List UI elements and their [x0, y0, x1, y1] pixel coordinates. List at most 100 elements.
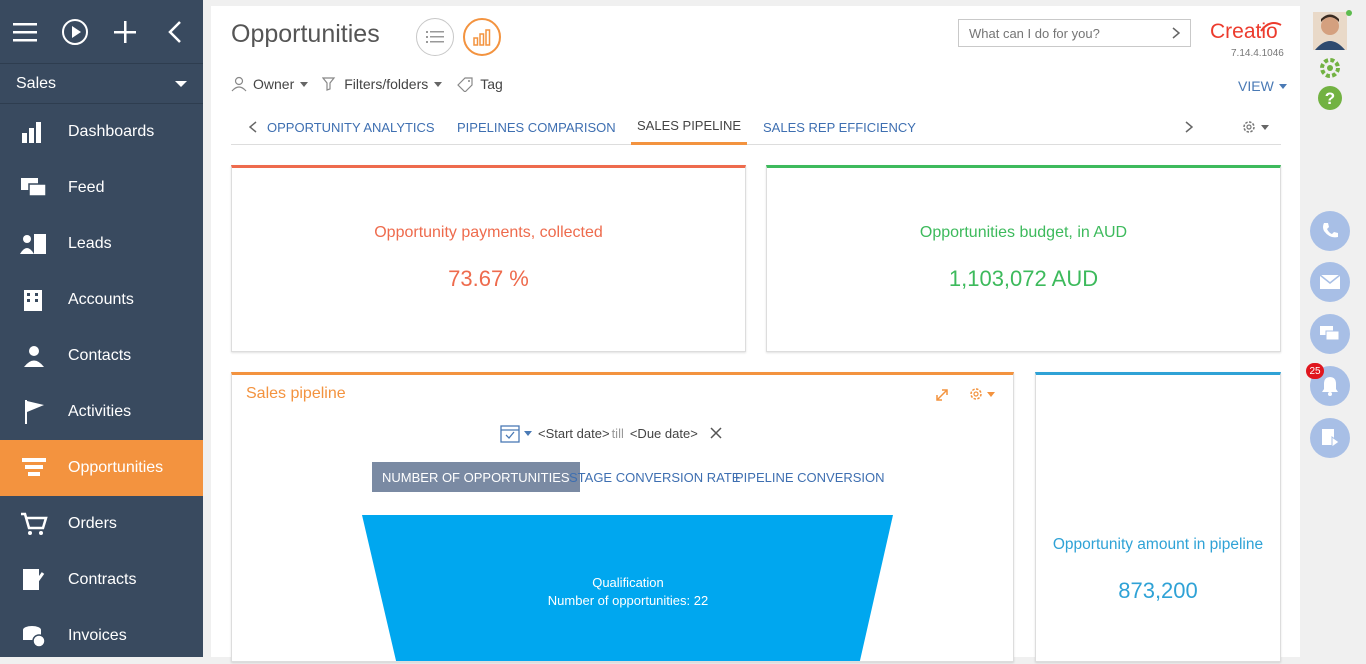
metric-value: 73.67 % — [448, 266, 529, 291]
leads-icon — [20, 230, 48, 258]
tag-label: Tag — [480, 76, 503, 92]
chevron-down-icon — [434, 81, 443, 87]
due-date[interactable]: <Due date> — [630, 426, 698, 441]
activities-icon — [20, 398, 48, 426]
feed-button[interactable] — [1310, 314, 1350, 354]
sidebar-item-leads[interactable]: Leads — [0, 216, 203, 272]
date-range-filter: <Start date> till <Due date> — [500, 423, 722, 443]
sales-pipeline-widget: Sales pipeline <Start date> till <Due da… — [231, 372, 1014, 662]
tab-settings-button[interactable] — [1241, 119, 1269, 135]
widget-settings-button[interactable] — [968, 386, 995, 402]
tag-button[interactable]: Tag — [456, 76, 503, 92]
chevron-down-icon — [987, 391, 995, 397]
budget-widget: Opportunities budget, in AUD 1,103,072 A… — [766, 165, 1281, 352]
filters-folders-label: Filters/folders — [344, 76, 429, 92]
workplace-selector[interactable]: Sales — [0, 64, 203, 104]
play-process-icon[interactable] — [50, 0, 100, 64]
sidebar-item-label: Dashboards — [68, 123, 155, 140]
chevron-right-icon[interactable] — [1172, 27, 1180, 39]
start-date[interactable]: <Start date> — [538, 426, 610, 441]
avatar[interactable] — [1313, 12, 1347, 50]
sidebar-item-label: Orders — [68, 515, 117, 532]
sidebar-item-label: Contacts — [68, 347, 132, 364]
sidebar-item-label: Activities — [68, 403, 132, 420]
chevron-down-icon — [175, 80, 187, 87]
metric-value: 1,103,072 AUD — [948, 266, 1099, 291]
view-button[interactable]: VIEW — [1238, 78, 1287, 94]
tab-pipelines-comparison[interactable]: PIPELINES COMPARISON — [451, 109, 622, 145]
list-view-button[interactable] — [416, 18, 454, 56]
chat-icon — [1320, 326, 1340, 341]
invoices-icon — [20, 622, 48, 650]
menu-icon[interactable] — [0, 0, 50, 64]
chevron-left-icon[interactable] — [249, 121, 257, 133]
sidebar-item-feed[interactable]: Feed — [0, 160, 203, 216]
bell-icon — [1322, 377, 1338, 396]
calendar-button[interactable] — [500, 423, 532, 443]
analytics-tabs: OPPORTUNITY ANALYTICS PIPELINES COMPARIS… — [231, 109, 1281, 145]
sidebar-item-contacts[interactable]: Contacts — [0, 328, 203, 384]
filter-bar: Owner Filters/folders Tag — [231, 76, 503, 92]
clear-icon[interactable] — [710, 427, 722, 439]
add-icon[interactable] — [100, 0, 150, 64]
sidebar-item-invoices[interactable]: Invoices — [0, 608, 203, 664]
gear-icon — [1243, 121, 1255, 133]
sidebar-item-opportunities[interactable]: Opportunities — [0, 440, 203, 496]
funnel-stage-value: Number of opportunities: 22 — [548, 593, 708, 608]
app-version: 7.14.4.1046 — [1231, 48, 1284, 59]
subtab-stage-conversion-rate[interactable]: STAGE CONVERSION RATE — [559, 462, 750, 492]
subtab-number-of-opportunities[interactable]: NUMBER OF OPPORTUNITIES — [372, 462, 580, 492]
metric-label: Opportunities budget, in AUD — [919, 224, 1128, 241]
help-icon[interactable]: ? — [1317, 85, 1343, 111]
sidebar-item-dashboards[interactable]: Dashboards — [0, 104, 203, 160]
feed-icon — [20, 174, 48, 202]
funnel-chart: Qualification Number of opportunities: 2… — [362, 515, 893, 661]
sidebar-item-activities[interactable]: Activities — [0, 384, 203, 440]
phone-icon — [1323, 223, 1338, 238]
list-icon — [426, 31, 444, 43]
tab-sales-pipeline[interactable]: SALES PIPELINE — [631, 109, 748, 145]
amount-in-pipeline-widget: Opportunity amount in pipeline 873,200 — [1035, 372, 1281, 662]
till-label: till — [611, 425, 624, 441]
phone-button[interactable] — [1310, 211, 1350, 251]
envelope-icon — [1319, 274, 1341, 289]
orders-icon — [20, 510, 48, 538]
command-line — [958, 19, 1191, 47]
tab-opportunity-analytics[interactable]: OPPORTUNITY ANALYTICS — [261, 109, 441, 145]
sidebar-item-accounts[interactable]: Accounts — [0, 272, 203, 328]
funnel-stage-label: Qualification — [592, 575, 664, 590]
sidebar-nav: Dashboards Feed Leads Accounts Contacts Activ… — [0, 104, 203, 664]
process-icon — [1322, 429, 1340, 448]
expand-icon[interactable] — [935, 388, 949, 402]
left-sidebar: Sales Dashboards Feed Leads Accounts Contact… — [0, 0, 203, 657]
main-panel: Opportunities Creatio 7.14.4.1046 Owner … — [211, 6, 1300, 662]
sidebar-item-label: Contracts — [68, 571, 137, 588]
chevron-down-icon — [1261, 124, 1269, 130]
chevron-down-icon — [1278, 83, 1287, 89]
contacts-icon — [20, 342, 48, 370]
subtab-pipeline-conversion[interactable]: PIPELINE CONVERSION — [725, 462, 895, 492]
sidebar-item-orders[interactable]: Orders — [0, 496, 203, 552]
svg-text:?: ? — [1325, 89, 1335, 108]
workplace-label: Sales — [16, 74, 57, 92]
gear-icon — [970, 388, 982, 400]
collapse-icon[interactable] — [150, 0, 200, 64]
process-button[interactable] — [1310, 418, 1350, 458]
opportunities-icon — [20, 454, 48, 482]
calendar-icon — [500, 425, 520, 443]
view-label: VIEW — [1238, 78, 1274, 94]
search-input[interactable] — [969, 25, 1159, 41]
sidebar-item-label: Feed — [68, 179, 105, 196]
notification-count-badge: 25 — [1306, 363, 1324, 379]
owner-filter-label: Owner — [253, 76, 295, 92]
chevron-down-icon — [524, 430, 532, 436]
email-button[interactable] — [1310, 262, 1350, 302]
sidebar-item-label: Leads — [68, 235, 112, 252]
owner-filter[interactable]: Owner — [231, 76, 309, 92]
analytics-view-button[interactable] — [463, 18, 501, 56]
tab-sales-rep-efficiency[interactable]: SALES REP EFFICIENCY — [757, 109, 922, 145]
filters-folders-button[interactable]: Filters/folders — [322, 76, 443, 92]
chevron-right-icon[interactable] — [1185, 121, 1193, 133]
system-settings-icon[interactable] — [1317, 55, 1343, 81]
sidebar-item-contracts[interactable]: Contracts — [0, 552, 203, 608]
